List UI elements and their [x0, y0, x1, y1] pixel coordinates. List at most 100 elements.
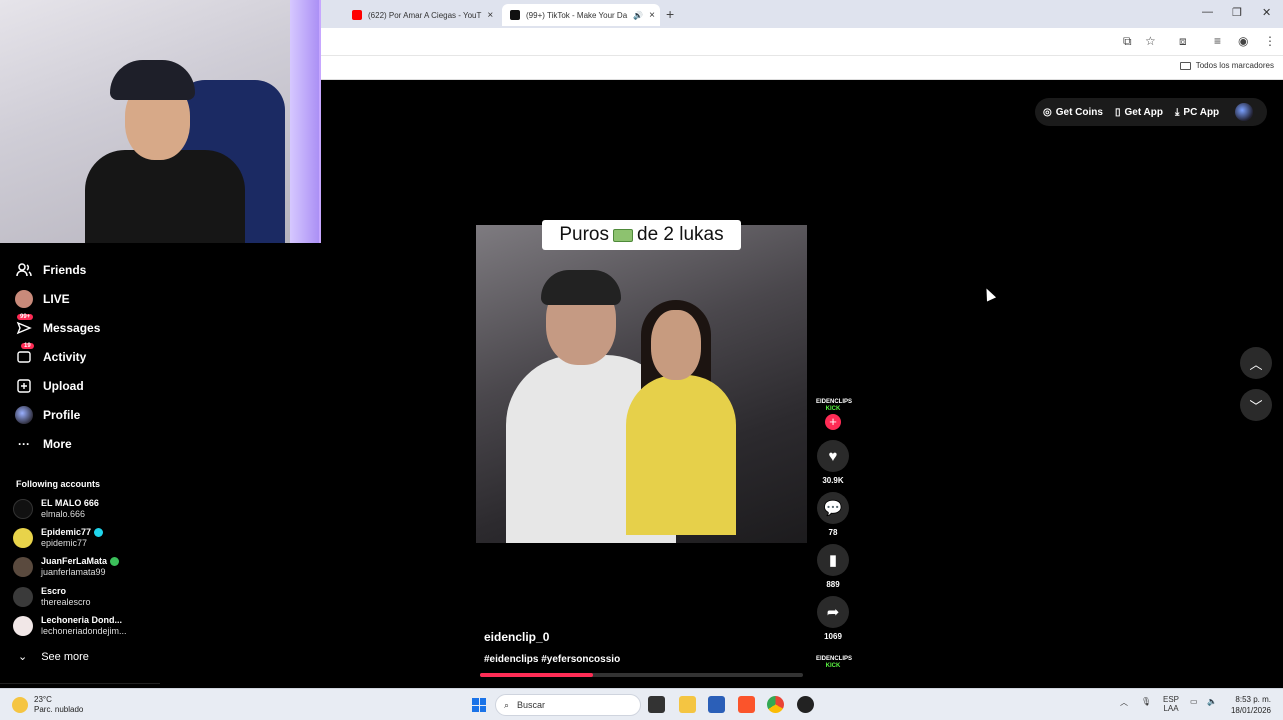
tiktok-header-actions: ◎ Get Coins ▯ Get App ⤓ PC App [1035, 98, 1267, 126]
music-disc[interactable]: EIDENCLIPS KICK [816, 656, 853, 670]
video-progress-bar[interactable] [480, 673, 803, 677]
following-account-escro[interactable]: Escro therealescro [13, 586, 91, 608]
video-person-woman-body [626, 375, 736, 535]
profile-avatar-icon[interactable]: ◉ [1238, 34, 1248, 48]
account-name: Escro [41, 586, 67, 596]
share-button[interactable]: ➦ [817, 596, 849, 628]
pc-app-label: PC App [1183, 106, 1220, 118]
more-icon: ··· [18, 437, 30, 451]
account-name: EL MALO 666 [41, 498, 99, 508]
clock-time: 8:53 p. m. [1235, 695, 1271, 704]
money-emoji-icon [613, 228, 633, 242]
disc-logo-line1: EIDENCLIPS [816, 656, 853, 662]
creator-logo-line1: EIDENCLIPS [816, 399, 853, 405]
taskbar-search[interactable]: ⌕ Buscar [495, 694, 641, 716]
save-button[interactable]: ▮ [817, 544, 849, 576]
window-close-icon[interactable]: ✕ [1262, 6, 1271, 19]
following-account-juanferlamata[interactable]: JuanFerLaMata juanferlamata99 [13, 556, 120, 578]
sidebar-item-messages[interactable]: 99+ Messages [15, 314, 100, 337]
get-coins-button[interactable]: ◎ Get Coins [1043, 107, 1103, 118]
sidebar-item-activity[interactable]: 19 Activity [15, 343, 87, 366]
extensions-icon[interactable]: ⧈ [1179, 34, 1187, 49]
account-handle: therealescro [41, 597, 91, 607]
windows-start-icon[interactable] [472, 698, 486, 712]
heart-icon: ♥ [828, 447, 838, 465]
mouse-cursor [981, 286, 997, 302]
follow-button[interactable]: + [825, 414, 841, 430]
folder-icon [1179, 61, 1191, 70]
creator-avatar[interactable]: EIDENCLIPS KICK [816, 399, 853, 415]
all-bookmarks-folder[interactable]: Todos los marcadores [1179, 61, 1274, 70]
weather-widget[interactable]: 23°C Parc. nublado [12, 695, 83, 715]
sidebar-item-more[interactable]: ··· More [15, 435, 72, 453]
language-code: ESP [1163, 695, 1180, 704]
tab-youtube-title: (622) Por Amar A Ciegas - YouT [368, 10, 482, 20]
verified-icon [94, 528, 104, 538]
chrome-icon[interactable] [767, 696, 784, 713]
new-tab-button[interactable]: + [666, 6, 674, 22]
profile-icon [15, 406, 33, 424]
tab-tiktok-title: (99+) TikTok - Make Your Da [526, 10, 628, 20]
video-player[interactable] [476, 225, 807, 543]
disc-logo-line2: KICK [825, 663, 841, 669]
following-account-epidemic77[interactable]: Epidemic77 epidemic77 [13, 527, 104, 549]
avatar [13, 557, 33, 577]
install-app-icon[interactable]: ⧉ [1123, 34, 1132, 49]
sidebar-item-profile[interactable]: Profile [15, 406, 80, 424]
comment-button[interactable]: 💬 [817, 492, 849, 524]
sidebar-item-upload[interactable]: Upload [15, 377, 84, 395]
save-count: 889 [826, 580, 840, 589]
like-button[interactable]: ♥ [817, 440, 849, 472]
video-caption-overlay: Puros de 2 lukas [542, 220, 741, 250]
verified-icon [110, 557, 120, 567]
language-indicator[interactable]: ESP LAA [1163, 695, 1179, 713]
store-icon[interactable] [708, 696, 725, 713]
temperature: 23°C [34, 695, 52, 704]
brave-browser-icon[interactable] [738, 696, 755, 713]
sidebar-item-label: Activity [43, 350, 87, 364]
system-clock[interactable]: 8:53 p. m. 18/01/2026 [1231, 694, 1271, 716]
tray-overflow-icon[interactable]: ︿ [1120, 697, 1128, 708]
minimize-icon[interactable]: — [1202, 6, 1213, 18]
previous-video-button[interactable]: ︿ [1240, 347, 1272, 379]
tab-youtube[interactable]: (622) Por Amar A Ciegas - YouT × [344, 4, 500, 26]
coin-icon: ◎ [1043, 106, 1052, 118]
weather-icon [12, 697, 28, 713]
following-account-lechoneria[interactable]: Lechoneria Dond... lechoneriadondejim... [13, 615, 127, 637]
file-explorer-icon[interactable] [679, 696, 696, 713]
webcam-person-cap [110, 60, 195, 100]
app-icon[interactable] [797, 696, 814, 713]
close-icon[interactable]: × [649, 10, 655, 21]
messages-badge: 99+ [17, 314, 34, 320]
comment-icon: 💬 [823, 500, 843, 517]
pc-app-button[interactable]: ⤓ PC App [1175, 107, 1219, 118]
windows-taskbar: 23°C Parc. nublado ⌕ Buscar ︿ 🎙 ESP LAA … [0, 688, 1283, 720]
media-control-icon[interactable]: ≡ [1214, 34, 1221, 48]
next-video-button[interactable]: ﹀ [1240, 389, 1272, 421]
avatar [13, 499, 33, 519]
get-app-label: Get App [1124, 106, 1163, 118]
bookmark-star-icon[interactable]: ☆ [1145, 34, 1156, 48]
video-author[interactable]: eidenclip_0 [484, 630, 549, 644]
task-view-icon[interactable] [648, 696, 665, 713]
browser-menu-icon[interactable]: ⋮ [1264, 34, 1276, 48]
speaker-icon[interactable]: 🔊 [633, 11, 643, 20]
video-hashtags[interactable]: #eidenclips #yefersoncossio [484, 654, 620, 665]
friends-icon [15, 261, 33, 279]
sidebar-item-friends[interactable]: Friends [15, 261, 86, 279]
microphone-icon[interactable]: 🎙 [1141, 697, 1151, 706]
network-icon[interactable]: ▭ [1190, 697, 1198, 706]
sidebar-item-label: Friends [43, 263, 87, 277]
restore-icon[interactable]: ❐ [1232, 6, 1242, 19]
account-name: Epidemic77 [41, 527, 92, 537]
user-avatar[interactable] [1235, 103, 1254, 121]
caption-text-end: de 2 lukas [637, 224, 724, 245]
following-account-elmalo[interactable]: EL MALO 666 elmalo.666 [13, 498, 99, 520]
see-more-button[interactable]: ⌄ See more [18, 650, 89, 664]
close-icon[interactable]: × [487, 10, 493, 21]
account-handle: lechoneriadondejim... [41, 626, 127, 636]
get-app-button[interactable]: ▯ Get App [1115, 107, 1163, 118]
tab-tiktok[interactable]: (99+) TikTok - Make Your Da 🔊 × [502, 4, 660, 26]
sidebar-item-live[interactable]: LIVE [15, 290, 70, 308]
volume-icon[interactable]: 🔈 [1207, 697, 1217, 706]
